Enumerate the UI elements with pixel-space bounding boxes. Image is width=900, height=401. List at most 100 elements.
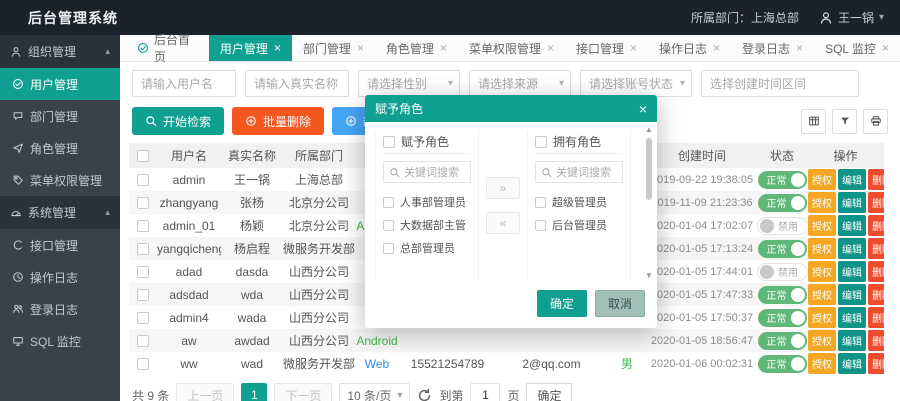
status-toggle[interactable]: 禁用 bbox=[757, 263, 807, 281]
authorize-button[interactable]: 授权 bbox=[808, 238, 836, 259]
edit-button[interactable]: 编辑 bbox=[838, 192, 866, 213]
sidebar-group-header[interactable]: 系统管理▴ bbox=[0, 196, 120, 229]
scroll-up-icon[interactable]: ▲ bbox=[644, 126, 654, 134]
prev-page-button[interactable]: 上一页 bbox=[176, 383, 234, 401]
page-size-select[interactable]: 10 条/页▾ bbox=[339, 383, 410, 401]
gender-filter-select[interactable]: 请选择性别▾ bbox=[358, 70, 460, 97]
select-all-checkbox[interactable] bbox=[137, 150, 149, 162]
row-checkbox[interactable] bbox=[137, 312, 149, 324]
role-search-input[interactable]: 关键词搜索 bbox=[535, 161, 623, 183]
delete-button[interactable]: 删除 bbox=[868, 215, 884, 236]
authorize-button[interactable]: 授权 bbox=[808, 353, 836, 374]
delete-button[interactable]: 删除 bbox=[868, 192, 884, 213]
status-toggle[interactable]: 正常 bbox=[758, 355, 807, 373]
authorize-button[interactable]: 授权 bbox=[808, 330, 836, 351]
edit-button[interactable]: 编辑 bbox=[838, 169, 866, 190]
sidebar-item[interactable]: 菜单权限管理 bbox=[0, 164, 120, 196]
next-page-button[interactable]: 下一页 bbox=[274, 383, 332, 401]
sidebar-item[interactable]: 用户管理 bbox=[0, 68, 120, 100]
tab-item[interactable]: 登录日志× bbox=[731, 35, 814, 61]
columns-grid-button[interactable] bbox=[801, 109, 826, 134]
close-icon[interactable]: × bbox=[882, 41, 889, 55]
tab-home[interactable]: 后台首页 bbox=[126, 35, 209, 61]
tab-item[interactable]: 接口管理× bbox=[565, 35, 648, 61]
edit-button[interactable]: 编辑 bbox=[838, 215, 866, 236]
close-icon[interactable]: × bbox=[713, 41, 720, 55]
select-all-checkbox[interactable] bbox=[535, 136, 547, 148]
search-button[interactable]: 开始检索 bbox=[132, 107, 224, 135]
close-icon[interactable]: × bbox=[639, 102, 647, 116]
edit-button[interactable]: 编辑 bbox=[838, 261, 866, 282]
status-toggle[interactable]: 正常 bbox=[758, 194, 807, 212]
source-filter-select[interactable]: 请选择来源▾ bbox=[469, 70, 571, 97]
status-filter-select[interactable]: 请选择账号状态▾ bbox=[580, 70, 692, 97]
modal-scrollbar[interactable]: ▲ ▼ bbox=[644, 126, 654, 280]
refresh-icon[interactable] bbox=[417, 388, 432, 401]
edit-button[interactable]: 编辑 bbox=[838, 284, 866, 305]
scrollbar-thumb[interactable] bbox=[646, 138, 652, 200]
current-page-button[interactable]: 1 bbox=[241, 383, 267, 401]
checkbox[interactable] bbox=[535, 197, 546, 208]
close-icon[interactable]: × bbox=[547, 41, 554, 55]
row-checkbox[interactable] bbox=[137, 335, 149, 347]
sidebar-group-header[interactable]: 组织管理▴ bbox=[0, 35, 120, 68]
role-option[interactable]: 人事部管理员 bbox=[383, 194, 471, 210]
jump-confirm-button[interactable]: 确定 bbox=[526, 383, 572, 401]
authorize-button[interactable]: 授权 bbox=[808, 307, 836, 328]
move-right-button[interactable]: » bbox=[486, 177, 520, 199]
print-button[interactable] bbox=[863, 109, 888, 134]
status-toggle[interactable]: 正常 bbox=[758, 332, 807, 350]
role-option[interactable]: 总部管理员 bbox=[383, 240, 471, 256]
checkbox[interactable] bbox=[383, 243, 394, 254]
authorize-button[interactable]: 授权 bbox=[808, 192, 836, 213]
edit-button[interactable]: 编辑 bbox=[838, 307, 866, 328]
delete-button[interactable]: 删除 bbox=[868, 307, 884, 328]
sidebar-item[interactable]: 登录日志 bbox=[0, 293, 120, 325]
delete-button[interactable]: 删除 bbox=[868, 169, 884, 190]
authorize-button[interactable]: 授权 bbox=[808, 261, 836, 282]
status-toggle[interactable]: 禁用 bbox=[757, 217, 807, 235]
tab-item[interactable]: 角色管理× bbox=[375, 35, 458, 61]
edit-button[interactable]: 编辑 bbox=[838, 353, 866, 374]
close-icon[interactable]: × bbox=[357, 41, 364, 55]
close-icon[interactable]: × bbox=[274, 41, 281, 55]
cancel-button[interactable]: 取消 bbox=[595, 290, 645, 317]
checkbox[interactable] bbox=[383, 220, 394, 231]
close-icon[interactable]: × bbox=[796, 41, 803, 55]
select-all-checkbox[interactable] bbox=[383, 136, 395, 148]
username-filter-input[interactable] bbox=[132, 70, 236, 97]
batch-delete-button[interactable]: 批量删除 bbox=[232, 107, 324, 135]
scroll-down-icon[interactable]: ▼ bbox=[644, 272, 654, 280]
delete-button[interactable]: 删除 bbox=[868, 330, 884, 351]
edit-button[interactable]: 编辑 bbox=[838, 330, 866, 351]
export-button[interactable] bbox=[832, 109, 857, 134]
role-option[interactable]: 后台管理员 bbox=[535, 217, 623, 233]
sidebar-item[interactable]: SQL 监控 bbox=[0, 325, 120, 357]
jump-page-input[interactable] bbox=[470, 383, 500, 401]
row-checkbox[interactable] bbox=[137, 266, 149, 278]
delete-button[interactable]: 删除 bbox=[868, 353, 884, 374]
row-checkbox[interactable] bbox=[137, 243, 149, 255]
realname-filter-input[interactable] bbox=[245, 70, 349, 97]
authorize-button[interactable]: 授权 bbox=[808, 215, 836, 236]
user-menu[interactable]: 王一锅 ▾ bbox=[819, 9, 884, 26]
status-toggle[interactable]: 正常 bbox=[758, 171, 807, 189]
row-checkbox[interactable] bbox=[137, 174, 149, 186]
tab-item[interactable]: 操作日志× bbox=[648, 35, 731, 61]
tab-item[interactable]: SQL 监控× bbox=[814, 35, 900, 61]
checkbox[interactable] bbox=[535, 220, 546, 231]
authorize-button[interactable]: 授权 bbox=[808, 284, 836, 305]
row-checkbox[interactable] bbox=[137, 197, 149, 209]
row-checkbox[interactable] bbox=[137, 289, 149, 301]
sidebar-item[interactable]: 角色管理 bbox=[0, 132, 120, 164]
authorize-button[interactable]: 授权 bbox=[808, 169, 836, 190]
tab-item[interactable]: 用户管理× bbox=[209, 35, 292, 61]
checkbox[interactable] bbox=[383, 197, 394, 208]
status-toggle[interactable]: 正常 bbox=[758, 309, 807, 327]
row-checkbox[interactable] bbox=[137, 358, 149, 370]
created-range-input[interactable] bbox=[701, 70, 859, 97]
delete-button[interactable]: 删除 bbox=[868, 238, 884, 259]
status-toggle[interactable]: 正常 bbox=[758, 286, 807, 304]
tab-item[interactable]: 部门管理× bbox=[292, 35, 375, 61]
role-search-input[interactable]: 关键词搜索 bbox=[383, 161, 471, 183]
